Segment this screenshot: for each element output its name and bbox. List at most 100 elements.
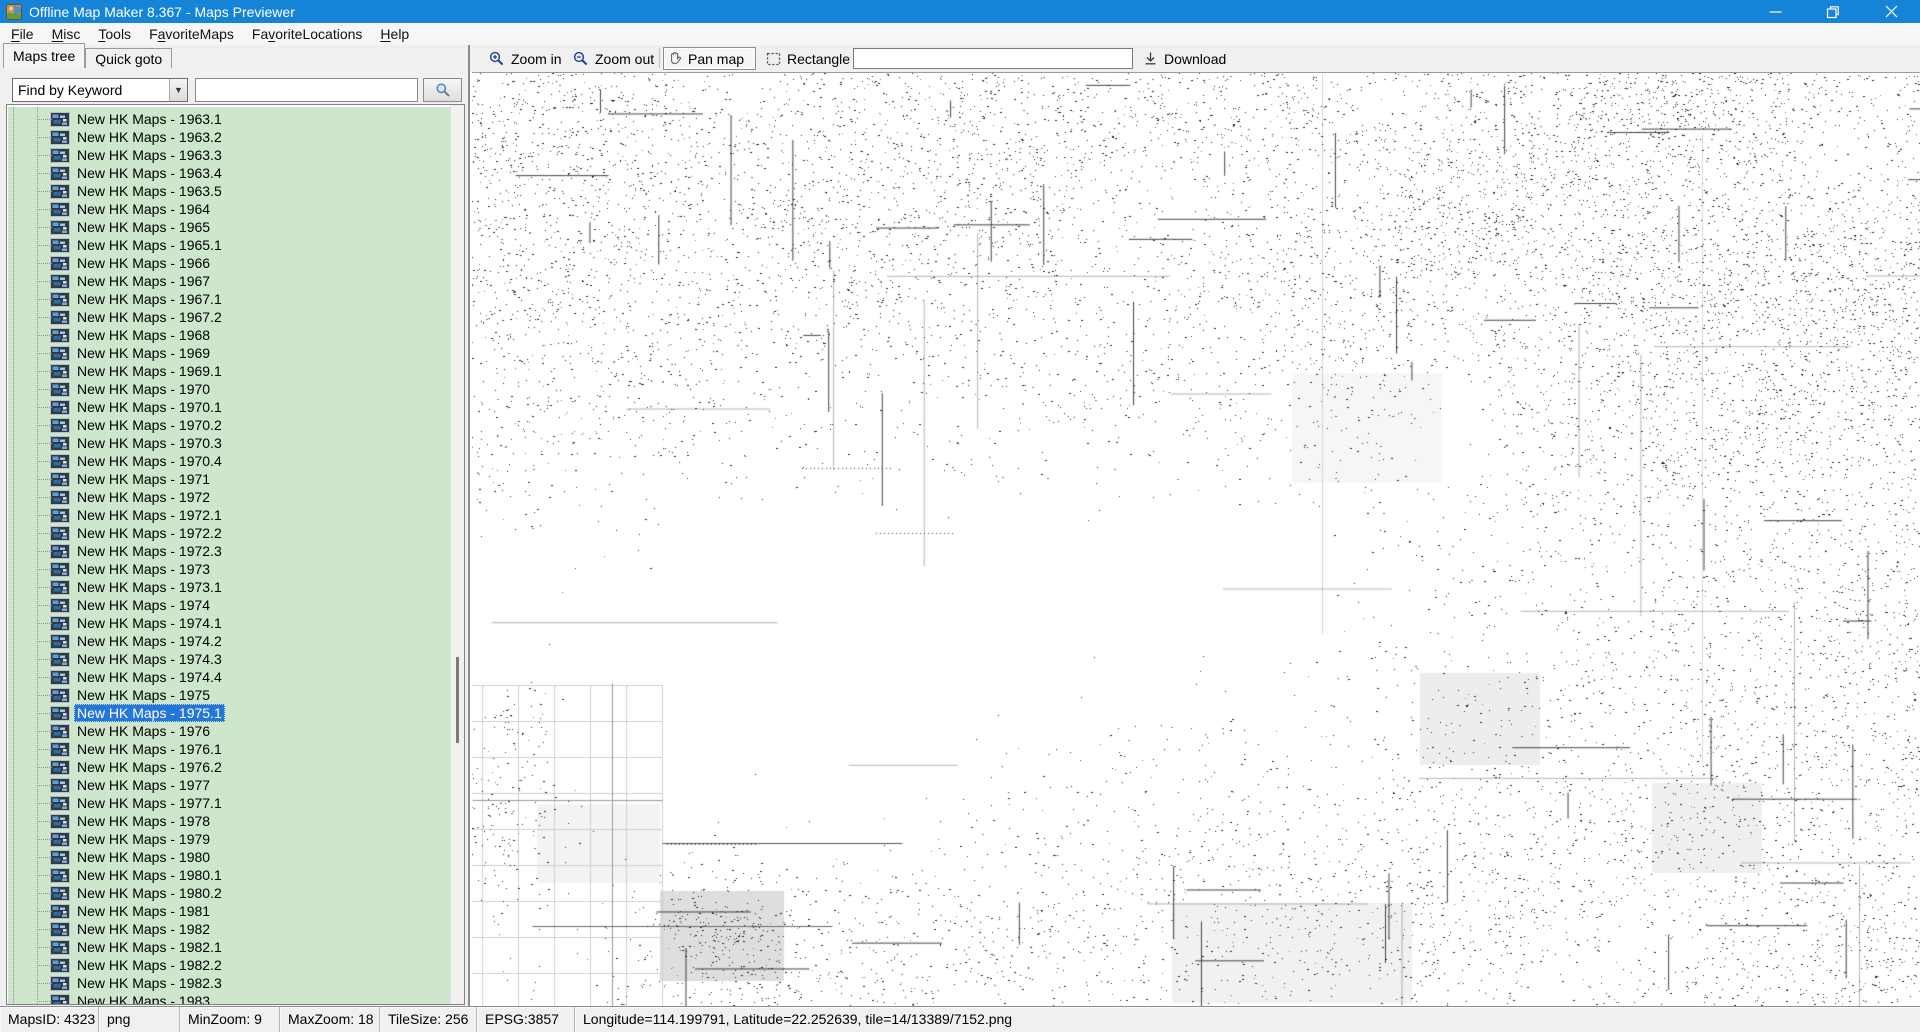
tree-item[interactable]: New HK Maps - 1974.4: [8, 668, 453, 686]
tree-item[interactable]: New HK Maps - 1974: [8, 596, 453, 614]
zoom-in-button[interactable]: Zoom in: [484, 47, 567, 70]
tree-item[interactable]: New HK Maps - 1970.3: [8, 434, 453, 452]
tree-item[interactable]: New HK Maps - 1972.1: [8, 506, 453, 524]
tree-item[interactable]: New HK Maps - 1969: [8, 344, 453, 362]
tree-item[interactable]: New HK Maps - 1975.1: [8, 704, 453, 722]
tree-item[interactable]: New HK Maps - 1981: [8, 902, 453, 920]
tree-item[interactable]: New HK Maps - 1970.1: [8, 398, 453, 416]
menu-misc[interactable]: Misc: [43, 24, 90, 44]
search-input[interactable]: [195, 78, 418, 102]
toolbar-input[interactable]: [853, 48, 1133, 69]
tree-stub-line: [37, 191, 53, 192]
minimize-button[interactable]: [1746, 0, 1804, 23]
zoom-out-button[interactable]: Zoom out: [568, 47, 659, 70]
tree-item[interactable]: New HK Maps - 1973.1: [8, 578, 453, 596]
map-thumbnail-icon: [50, 112, 70, 127]
tree-item[interactable]: New HK Maps - 1977.1: [8, 794, 453, 812]
tree-item[interactable]: New HK Maps - 1979: [8, 830, 453, 848]
tab-quick-goto[interactable]: Quick goto: [85, 48, 172, 68]
tab-maps-tree[interactable]: Maps tree: [3, 43, 85, 68]
tree-item[interactable]: New HK Maps - 1965.1: [8, 236, 453, 254]
tree-item[interactable]: New HK Maps - 1982.2: [8, 956, 453, 974]
tree-stub-line: [37, 173, 53, 174]
tree-stub-line: [37, 965, 53, 966]
tree-item-label: New HK Maps - 1979: [74, 830, 213, 848]
menu-favoritelocations[interactable]: FavoriteLocations: [243, 24, 372, 44]
tree-stub-line: [37, 209, 53, 210]
menu-tools[interactable]: Tools: [89, 24, 140, 44]
tree-item-label: New HK Maps - 1977: [74, 776, 213, 794]
tree-item-label: New HK Maps - 1980.1: [74, 866, 225, 884]
tree-item[interactable]: New HK Maps - 1980.1: [8, 866, 453, 884]
tree-item[interactable]: New HK Maps - 1976.2: [8, 758, 453, 776]
tree-stub-line: [37, 371, 53, 372]
menu-bar: FileMiscToolsFavoriteMapsFavoriteLocatio…: [0, 23, 1920, 45]
tree-item[interactable]: New HK Maps - 1963.1: [8, 110, 453, 128]
map-thumbnail-icon: [50, 292, 70, 307]
tree-item[interactable]: New HK Maps - 1967.1: [8, 290, 453, 308]
tree-item[interactable]: New HK Maps - 1980.2: [8, 884, 453, 902]
tree-item[interactable]: New HK Maps - 1972: [8, 488, 453, 506]
tree-item[interactable]: New HK Maps - 1972.2: [8, 524, 453, 542]
tree-item-label: New HK Maps - 1981: [74, 902, 213, 920]
tree-item[interactable]: New HK Maps - 1963.2: [8, 128, 453, 146]
pan-map-button[interactable]: Pan map: [663, 47, 756, 70]
tree-item[interactable]: New HK Maps - 1970.2: [8, 416, 453, 434]
tree-item-label: New HK Maps - 1977.1: [74, 794, 225, 812]
tree-item[interactable]: New HK Maps - 1967.2: [8, 308, 453, 326]
rectangle-button[interactable]: Rectangle: [761, 47, 855, 70]
tree-item[interactable]: New HK Maps - 1974.2: [8, 632, 453, 650]
download-button[interactable]: Download: [1138, 47, 1231, 70]
tree-item-label: New HK Maps - 1965.1: [74, 236, 225, 254]
tree-item[interactable]: New HK Maps - 1970: [8, 380, 453, 398]
tree-item[interactable]: New HK Maps - 1976.1: [8, 740, 453, 758]
tree-item[interactable]: New HK Maps - 1977: [8, 776, 453, 794]
tree-item[interactable]: New HK Maps - 1969.1: [8, 362, 453, 380]
tree-item-label: New HK Maps - 1967: [74, 272, 213, 290]
menu-favoritemaps[interactable]: FavoriteMaps: [140, 24, 243, 44]
map-thumbnail-icon: [50, 814, 70, 829]
tree-item[interactable]: New HK Maps - 1968: [8, 326, 453, 344]
menu-file[interactable]: File: [2, 24, 43, 44]
close-button[interactable]: [1862, 0, 1920, 23]
tree-stub-line: [37, 803, 53, 804]
chevron-down-icon[interactable]: ▼: [169, 79, 187, 101]
tree-item-label: New HK Maps - 1963.3: [74, 146, 225, 164]
tree-item-label: New HK Maps - 1970.3: [74, 434, 225, 452]
find-mode-combobox[interactable]: Find by Keyword ▼: [12, 78, 188, 102]
restore-button[interactable]: [1804, 0, 1862, 23]
tree-item[interactable]: New HK Maps - 1963.4: [8, 164, 453, 182]
tree-item[interactable]: New HK Maps - 1967: [8, 272, 453, 290]
tree-scrollbar[interactable]: [450, 105, 464, 1004]
tree-item[interactable]: New HK Maps - 1982.1: [8, 938, 453, 956]
tree-stub-line: [37, 839, 53, 840]
tree-stub-line: [37, 389, 53, 390]
tree-item[interactable]: New HK Maps - 1971: [8, 470, 453, 488]
tree-item[interactable]: New HK Maps - 1982.3: [8, 974, 453, 992]
tree-item[interactable]: New HK Maps - 1963.5: [8, 182, 453, 200]
search-button[interactable]: [423, 78, 462, 102]
tree-scrollbar-thumb[interactable]: [456, 657, 459, 743]
tree-item[interactable]: New HK Maps - 1965: [8, 218, 453, 236]
tree-item[interactable]: New HK Maps - 1964: [8, 200, 453, 218]
tree-item[interactable]: New HK Maps - 1963.3: [8, 146, 453, 164]
tree-item[interactable]: New HK Maps - 1983: [8, 992, 453, 1005]
tree-item[interactable]: New HK Maps - 1966: [8, 254, 453, 272]
tree-item[interactable]: New HK Maps - 1972.3: [8, 542, 453, 560]
tree-item[interactable]: New HK Maps - 1974.3: [8, 650, 453, 668]
find-mode-value: Find by Keyword: [13, 82, 169, 98]
map-thumbnail-icon: [50, 508, 70, 523]
tree-item[interactable]: New HK Maps - 1974.1: [8, 614, 453, 632]
map-thumbnail-icon: [50, 400, 70, 415]
map-thumbnail-icon: [50, 274, 70, 289]
tree-item[interactable]: New HK Maps - 1982: [8, 920, 453, 938]
menu-help[interactable]: Help: [371, 24, 418, 44]
status-segment-5: TileSize: 256: [380, 1007, 477, 1032]
tree-item[interactable]: New HK Maps - 1973: [8, 560, 453, 578]
tree-item[interactable]: New HK Maps - 1975: [8, 686, 453, 704]
tree-item[interactable]: New HK Maps - 1980: [8, 848, 453, 866]
map-canvas[interactable]: [472, 73, 1920, 1006]
tree-item[interactable]: New HK Maps - 1970.4: [8, 452, 453, 470]
tree-item[interactable]: New HK Maps - 1976: [8, 722, 453, 740]
tree-item[interactable]: New HK Maps - 1978: [8, 812, 453, 830]
